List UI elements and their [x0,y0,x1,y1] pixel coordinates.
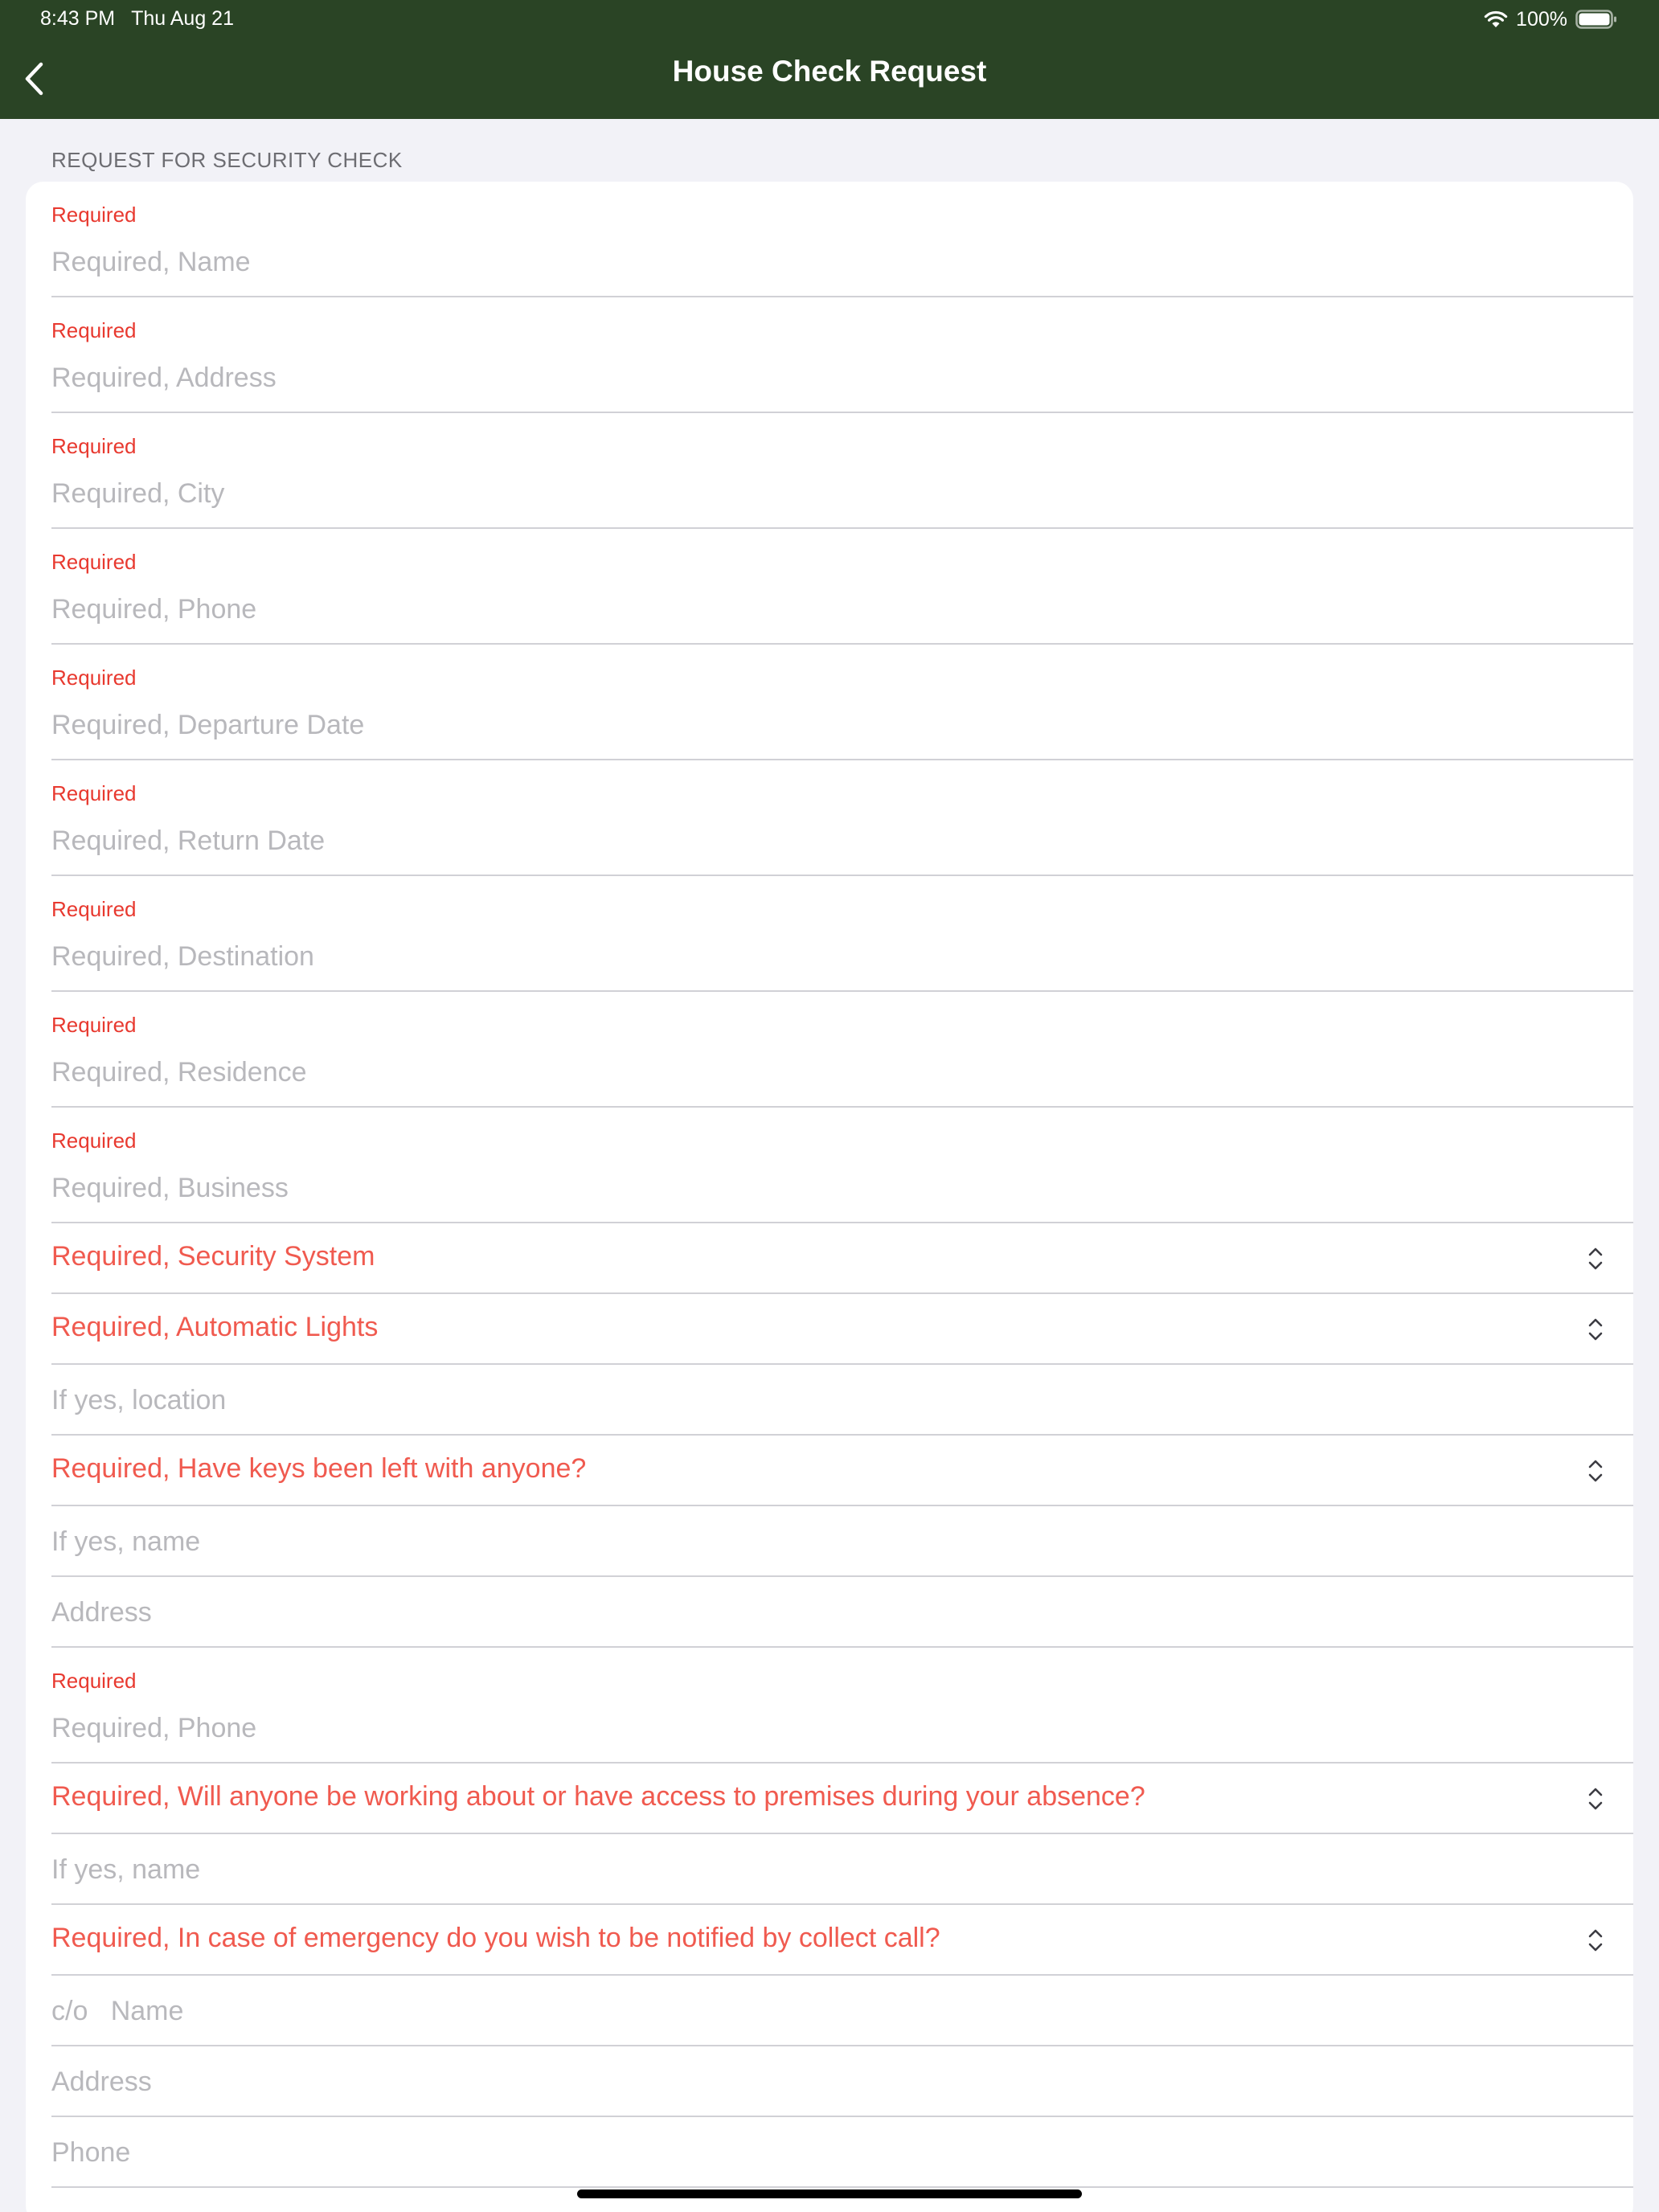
required-field-row: Required [51,992,1633,1108]
battery-percent: 100% [1516,7,1567,31]
picker-label: Required, Will anyone be working about o… [51,1781,1145,1812]
required-label: Required [51,666,137,690]
text-input[interactable] [51,1055,1579,1090]
navigation-header: 8:43 PM Thu Aug 21 100% House Check Reque… [0,0,1659,119]
required-label: Required [51,1129,137,1153]
required-field-row: Required [51,182,1633,297]
chevron-up-down-icon [1588,1247,1603,1270]
form-card: Required Required Required Required Required… [26,182,1633,2212]
text-input[interactable] [51,2135,1579,2170]
picker-row[interactable]: Required, Automatic Lights [51,1294,1633,1365]
chevron-up-down-icon [1588,1788,1603,1810]
text-input[interactable] [51,1382,1579,1418]
text-input[interactable] [51,939,1579,974]
optional-field-row [51,1365,1633,1436]
chevron-up-down-icon [1588,1460,1603,1482]
text-input[interactable] [51,823,1579,858]
required-field-row: Required [51,760,1633,876]
picker-row[interactable]: Required, Have keys been left with anyon… [51,1436,1633,1506]
picker-label: Required, Automatic Lights [51,1312,379,1342]
optional-field-row [51,1834,1633,1905]
wifi-icon [1484,10,1508,27]
picker-row[interactable]: Required, Will anyone be working about o… [51,1763,1633,1834]
text-input[interactable] [51,1170,1579,1206]
page-title: House Check Request [672,55,987,88]
optional-field-row [51,2046,1633,2117]
required-label: Required [51,897,137,921]
battery-icon [1575,10,1616,29]
home-indicator [577,2189,1082,2198]
section-header: REQUEST FOR SECURITY CHECK [51,148,403,172]
text-input[interactable] [51,476,1579,511]
required-label: Required [51,1013,137,1037]
optional-field-row [51,1577,1633,1648]
status-bar-right: 100% [1484,6,1617,32]
optional-field-row [51,2117,1633,2188]
required-label: Required [51,550,137,574]
text-input[interactable] [51,1595,1579,1630]
required-label: Required [51,434,137,458]
text-input[interactable] [51,1993,1579,2029]
status-time: 8:43 PM [40,7,116,30]
required-field-row: Required [51,876,1633,992]
status-date: Thu Aug 21 [131,7,234,30]
picker-row[interactable]: Required, In case of emergency do you wi… [51,1905,1633,1976]
required-field-row: Required [51,1108,1633,1223]
text-input[interactable] [51,244,1579,280]
required-field-row: Required [51,1648,1633,1763]
picker-label: Required, In case of emergency do you wi… [51,1923,940,1953]
form-rows: Required Required Required Required Required… [26,182,1633,2188]
picker-label: Required, Have keys been left with anyon… [51,1453,587,1484]
text-input[interactable] [51,592,1579,627]
required-label: Required [51,203,137,227]
optional-field-row [51,1976,1633,2046]
optional-field-row [51,1506,1633,1577]
text-input[interactable] [51,360,1579,395]
required-field-row: Required [51,297,1633,413]
status-bar-left: 8:43 PM Thu Aug 21 [40,7,234,31]
required-label: Required [51,781,137,805]
picker-label: Required, Security System [51,1241,375,1272]
chevron-up-down-icon [1588,1318,1603,1341]
text-input[interactable] [51,707,1579,743]
text-input[interactable] [51,1710,1579,1746]
text-input[interactable] [51,1524,1579,1559]
picker-row[interactable]: Required, Security System [51,1223,1633,1294]
required-label: Required [51,318,137,342]
required-field-row: Required [51,413,1633,529]
required-label: Required [51,1669,137,1693]
required-field-row: Required [51,529,1633,645]
text-input[interactable] [51,1852,1579,1887]
text-input[interactable] [51,2064,1579,2099]
required-field-row: Required [51,645,1633,760]
chevron-up-down-icon [1588,1929,1603,1952]
